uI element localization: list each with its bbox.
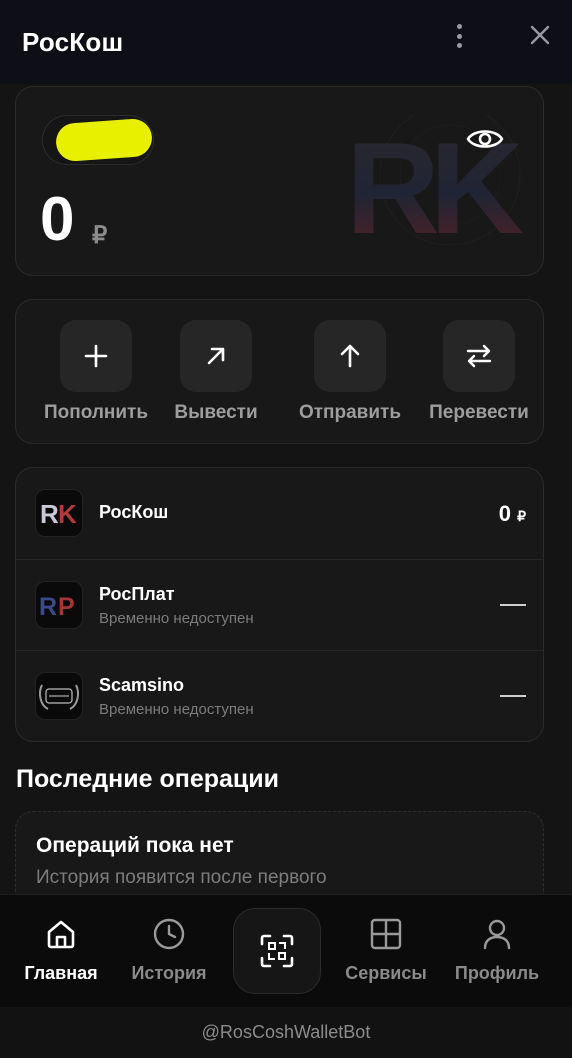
svg-text:K: K	[58, 499, 77, 529]
operations-empty-state: Операций пока нет История появится после…	[15, 811, 544, 894]
more-options-icon[interactable]	[449, 22, 469, 50]
plus-icon	[84, 344, 108, 368]
balance-card: RK 0 ₽	[15, 86, 544, 276]
wallet-status: Временно недоступен	[99, 610, 254, 627]
wallet-row-roskosh[interactable]: R K РосКош 0 ₽	[16, 468, 543, 559]
arrow-up-right-icon	[207, 347, 225, 365]
bot-handle: @RosCoshWalletBot	[0, 1007, 572, 1058]
clock-icon	[153, 918, 185, 950]
wallet-name: Scamsino	[99, 675, 185, 695]
wallet-status: Временно недоступен	[99, 701, 254, 718]
withdraw-label: Вывести	[174, 402, 258, 423]
transfer-action[interactable]: Перевести	[414, 320, 544, 424]
send-action[interactable]: Отправить	[285, 320, 415, 424]
wallet-balance-currency: ₽	[517, 508, 526, 524]
top-up-label: Пополнить	[43, 402, 149, 423]
main-content: RK 0 ₽ Пополнить Вывести Отправить Перев…	[0, 84, 572, 894]
wallet-balance-value: 0	[498, 501, 511, 526]
wallet-balance: 0 ₽	[499, 501, 526, 527]
transfer-label: Перевести	[429, 402, 529, 423]
wallet-name: РосКош	[99, 502, 169, 522]
svg-text:P: P	[58, 593, 75, 621]
bottom-nav: Главная История Сервисы Профиль	[0, 894, 572, 1007]
grid-icon	[370, 918, 402, 950]
nav-home-label: Главная	[24, 963, 98, 983]
balance-currency: ₽	[92, 222, 108, 249]
top-up-button[interactable]	[60, 320, 132, 392]
transfer-button[interactable]	[443, 320, 515, 392]
empty-state-title: Операций пока нет	[36, 834, 234, 857]
scamsino-logo-icon	[35, 672, 83, 720]
wallets-list: R K РосКош 0 ₽ R P РосПлат Временно недо…	[15, 467, 544, 742]
send-label: Отправить	[298, 402, 402, 423]
wallet-row-rosplat[interactable]: R P РосПлат Временно недоступен	[16, 559, 543, 650]
redaction-mark	[54, 117, 154, 163]
wallet-name: РосПлат	[99, 584, 175, 604]
nav-profile[interactable]: Профиль	[442, 917, 552, 984]
top-up-action[interactable]: Пополнить	[31, 320, 161, 424]
balance-amount: 0	[40, 185, 75, 254]
arrow-up-icon	[340, 344, 360, 368]
swap-arrows-icon	[466, 344, 492, 368]
unavailable-dash	[500, 604, 526, 606]
nav-history[interactable]: История	[114, 917, 224, 984]
quick-actions-card: Пополнить Вывести Отправить Перевести	[15, 299, 544, 444]
unavailable-dash	[500, 695, 526, 697]
nav-profile-label: Профиль	[454, 963, 540, 983]
svg-text:R: R	[40, 499, 59, 529]
nav-home[interactable]: Главная	[6, 917, 116, 984]
app-title: РосКош	[22, 26, 124, 57]
close-icon[interactable]	[527, 22, 553, 48]
home-icon	[47, 920, 75, 949]
withdraw-button[interactable]	[180, 320, 252, 392]
scan-qr-icon	[260, 934, 294, 968]
rosplat-logo-icon: R P	[35, 581, 83, 629]
title-bar: РосКош	[0, 0, 572, 84]
nav-services-label: Сервисы	[345, 963, 427, 983]
recent-operations-title: Последние операции	[16, 765, 280, 793]
eye-icon[interactable]	[466, 125, 504, 153]
svg-text:R: R	[39, 593, 57, 621]
empty-state-text: История появится после первого	[36, 867, 327, 888]
withdraw-action[interactable]: Вывести	[151, 320, 281, 424]
scan-qr-button[interactable]	[233, 908, 321, 994]
roskosh-logo-icon: R K	[35, 489, 83, 537]
nav-services[interactable]: Сервисы	[331, 917, 441, 984]
send-button[interactable]	[314, 320, 386, 392]
nav-history-label: История	[131, 963, 207, 983]
brand-watermark-icon: RK	[346, 115, 533, 245]
wallet-row-scamsino[interactable]: Scamsino Временно недоступен	[16, 650, 543, 741]
user-icon	[483, 919, 511, 950]
